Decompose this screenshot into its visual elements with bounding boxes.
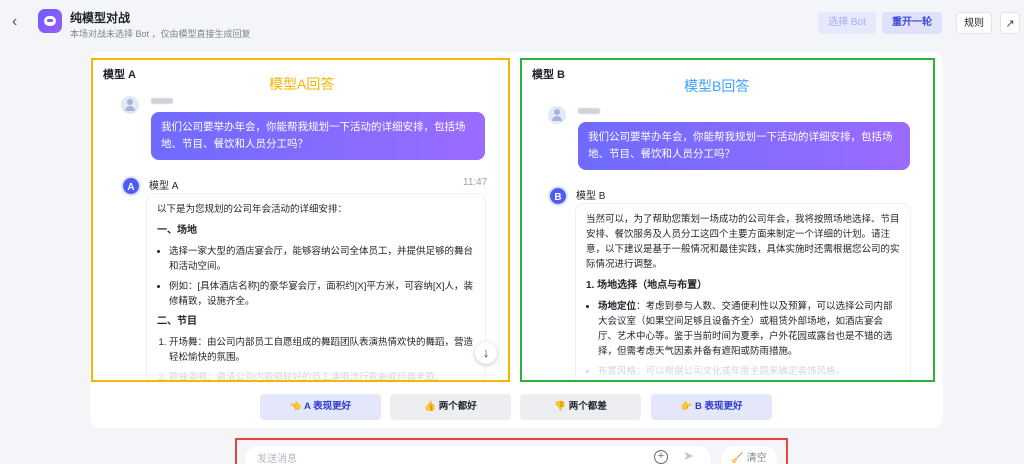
vote-b-better-label: B 表现更好 (694, 401, 743, 412)
restart-button[interactable]: 重开一轮 (882, 12, 942, 34)
clear-label: 清空 (746, 453, 767, 464)
user-avatar (548, 106, 566, 124)
answer-intro: 以下是为您规划的公司年会活动的详细安排： (157, 204, 348, 215)
select-bot-button[interactable]: 选择 Bot (818, 12, 876, 34)
vote-a-better-label: A 表现更好 (303, 401, 352, 412)
scroll-down-icon[interactable]: ↓ (475, 342, 497, 364)
page-subtitle: 本场对战未选择 Bot ，仅由模型直接生成回复 (70, 29, 251, 39)
model-b-panel: 模型 B 模型B回答 我们公司要举办年会，你能帮我规划一下活动的详细安排，包括场… (520, 58, 935, 382)
arena-container: 模型 A 模型A回答 我们公司要举办年会，你能帮我规划一下活动的详细安排，包括场… (90, 52, 943, 428)
message-input-placeholder: 发送消息 (257, 454, 297, 464)
top-bar: ‹ 纯模型对战 本场对战未选择 Bot ，仅由模型直接生成回复 选择 Bot 重… (0, 0, 1024, 46)
plus-icon[interactable]: + (654, 450, 668, 464)
user-avatar (121, 96, 139, 114)
model-b-name: 模型 B (576, 191, 606, 202)
clear-button[interactable]: 🧹 清空 (721, 446, 777, 464)
model-a-label: 模型 A (103, 69, 136, 81)
answer-heading: 一、场地 (157, 225, 197, 236)
message-timestamp: 11:47 (463, 177, 488, 188)
page-title: 纯模型对战 (70, 11, 131, 25)
message-input[interactable] (245, 446, 711, 464)
model-b-label: 模型 B (532, 69, 565, 81)
model-b-answer: 当然可以，为了帮助您策划一场成功的公司年会，我将按照场地选择、节目安排、餐饮服务… (576, 204, 910, 380)
answer-intro: 当然可以，为了帮助您策划一场成功的公司年会，我将按照场地选择、节目安排、餐饮服务… (586, 214, 900, 270)
vote-b-better-button[interactable]: 👉 B 表现更好 (651, 394, 772, 420)
vote-both-good-button[interactable]: 👍 两个都好 (390, 394, 511, 420)
answer-strong: 场地定位 (598, 301, 637, 312)
model-a-annotation: 模型A回答 (269, 76, 335, 92)
rules-button[interactable]: 规则 (956, 12, 992, 34)
answer-heading: 二、节目 (157, 316, 197, 327)
model-a-answer: 以下是为您规划的公司年会活动的详细安排： 一、场地 选择一家大型的酒店宴会厅，能… (147, 194, 485, 380)
answer-text: ：考虑到参与人数、交通便利性以及预算，可以选择公司内部大会议室（如果空间足够且设… (598, 301, 893, 357)
user-name-blurred (578, 108, 600, 114)
answer-list-item: 例如：[具体酒店名称]的豪华宴会厅，面积约[X]平方米，可容纳[X]人，装修精致… (169, 279, 475, 309)
model-a-avatar: A (121, 176, 141, 196)
vote-a-better-button[interactable]: 👈 A 表现更好 (260, 394, 381, 420)
answer-list-item: 开场舞：由公司内部员工自愿组成的舞蹈团队表演热情欢快的舞蹈，营造轻松愉快的氛围。 (169, 335, 475, 365)
send-icon[interactable]: ➤ (683, 448, 694, 464)
answer-list-item: 场地定位：考虑到参与人数、交通便利性以及预算，可以选择公司内部大会议室（如果空间… (598, 299, 900, 359)
vote-both-bad-label: 两个都差 (568, 401, 607, 412)
user-message-bubble: 我们公司要举办年会，你能帮我规划一下活动的详细安排，包括场地、节目、餐饮和人员分… (578, 122, 910, 170)
user-message-bubble: 我们公司要举办年会，你能帮我规划一下活动的详细安排，包括场地、节目、餐饮和人员分… (151, 112, 485, 160)
model-b-avatar: B (548, 186, 568, 206)
answer-list-item: 布置风格：可以根据公司文化或年度主题来确定装饰风格。 (598, 364, 900, 379)
answer-list-item: 歌曲演唱：邀请公司内歌唱较好的员工演唱流行歌曲或经典老歌。 (169, 370, 475, 380)
answer-list-item: 选择一家大型的酒店宴会厅，能够容纳公司全体员工，并提供足够的舞台和活动空间。 (169, 244, 475, 274)
vote-both-bad-button[interactable]: 👎 两个都差 (520, 394, 641, 420)
chevron-left-icon[interactable]: ‹ (12, 14, 26, 30)
model-a-panel: 模型 A 模型A回答 我们公司要举办年会，你能帮我规划一下活动的详细安排，包括场… (91, 58, 510, 382)
answer-heading: 1. 场地选择（地点与布置） (586, 280, 708, 291)
vote-both-good-label: 两个都好 (438, 401, 477, 412)
composer-area: 发送消息 + ➤ 🧹 清空 (235, 438, 788, 464)
user-name-blurred (151, 98, 173, 104)
model-a-name: 模型 A (149, 181, 179, 192)
app-logo (38, 9, 62, 33)
share-icon[interactable]: ↗ (1000, 12, 1020, 34)
model-b-annotation: 模型B回答 (684, 78, 750, 94)
